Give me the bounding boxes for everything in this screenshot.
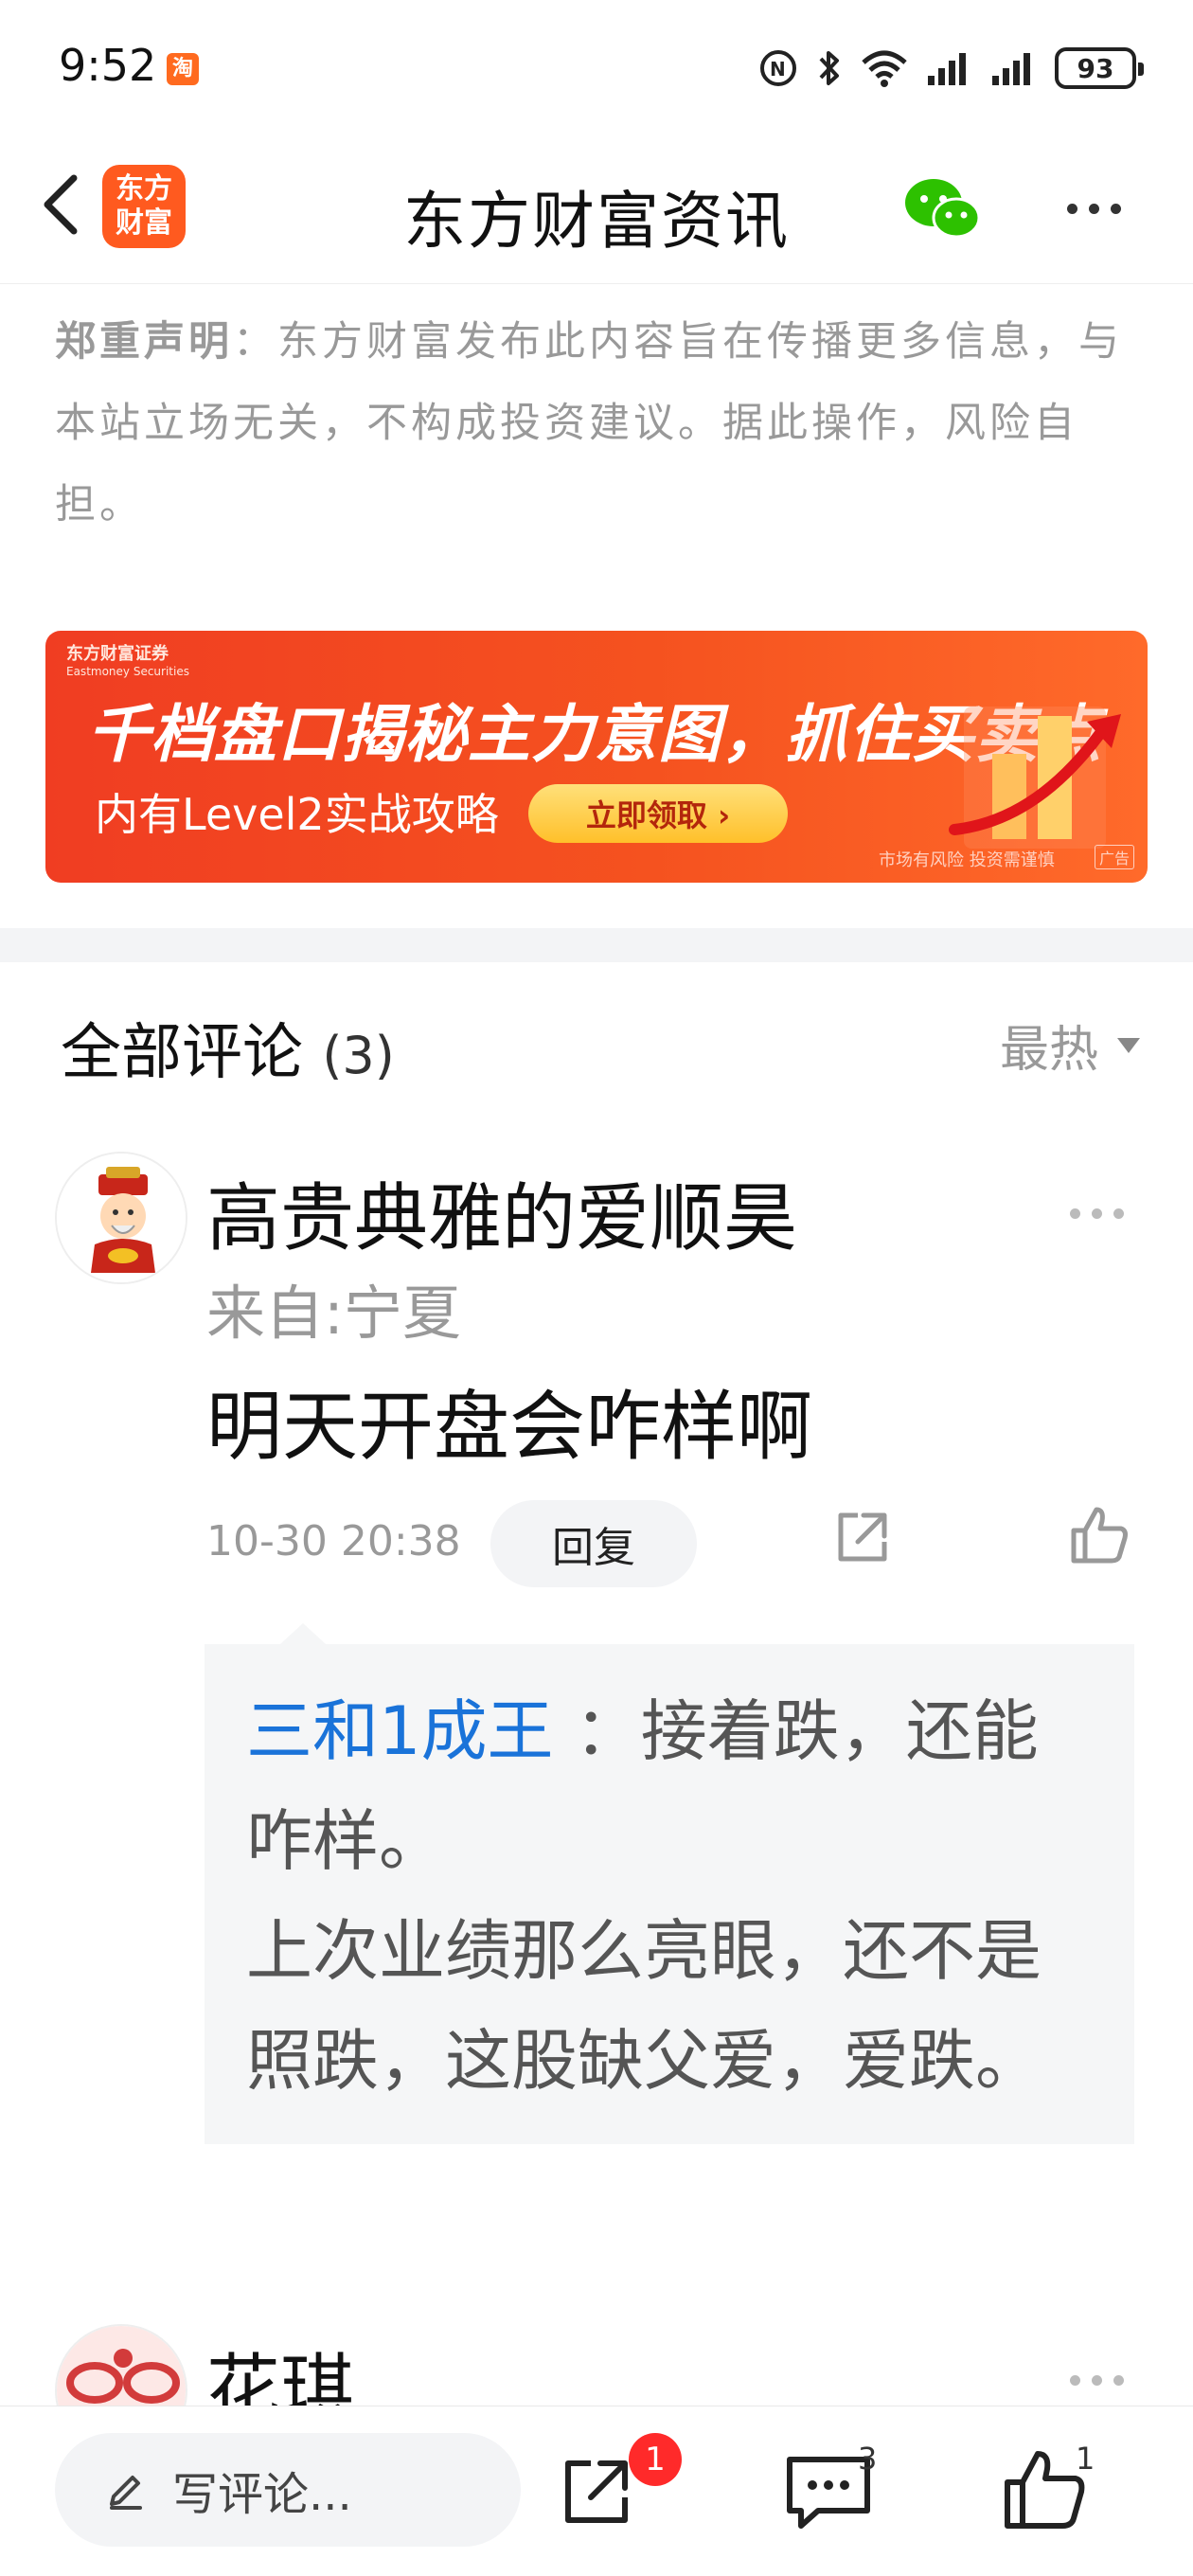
reply-preview[interactable]: 三和1成王 ：接着跌，还能咋样。 上次业绩那么亮眼，还不是照跌，这股缺父爱，爱跌… <box>205 1623 1134 2144</box>
wifi-icon <box>862 50 907 87</box>
reply-text-2: 上次业绩那么亮眼，还不是照跌，这股缺父爱，爱跌。 <box>246 1912 1042 2100</box>
avatar[interactable] <box>55 2324 187 2406</box>
more-dot <box>1092 1208 1102 1219</box>
ad-brand: 东方财富证券 Eastmoney Securities <box>66 640 189 678</box>
more-dot <box>1113 2375 1124 2386</box>
svg-text:N: N <box>770 58 786 80</box>
bottom-bar: 写评论... 1 3 1 <box>0 2406 1193 2576</box>
comment-text: 明天开盘会咋样啊 <box>206 1383 812 1471</box>
more-dot <box>1110 203 1121 214</box>
pencil-icon <box>110 2476 142 2510</box>
status-time: 9:52 <box>59 40 157 91</box>
signal-icon-2 <box>992 53 1030 85</box>
comment-username[interactable]: 高贵典雅的爱顺昊 <box>206 1159 797 1265</box>
disclaimer: 郑重声明：东方财富发布此内容旨在传播更多信息，与本站立场无关，不构成投资建议。据… <box>55 301 1144 546</box>
like-count: 1 <box>1076 2441 1095 2477</box>
caret-down-icon <box>1117 1037 1140 1053</box>
reply-username[interactable]: 三和1成王 <box>246 1692 554 1770</box>
write-comment-placeholder: 写评论... <box>172 2468 352 2521</box>
more-dot <box>1066 203 1077 214</box>
comment-more-button[interactable] <box>1070 2375 1124 2386</box>
share-badge: 1 <box>629 2433 682 2486</box>
comments-header: 全部评论 (3) 最热 <box>0 962 1193 1114</box>
ad-brand-en: Eastmoney Securities <box>66 665 189 678</box>
ad-banner[interactable]: 东方财富证券 Eastmoney Securities 千档盘口揭秘主力意图，抓… <box>45 631 1148 883</box>
app-header: 东方 财富 东方财富资讯 <box>0 133 1193 284</box>
battery-icon: 93 <box>1055 47 1144 89</box>
taobao-notification-icon: 淘 <box>167 53 199 85</box>
comments-title-label: 全部评论 <box>61 1018 303 1088</box>
disclaimer-label: 郑重声明 <box>55 318 233 366</box>
more-dot <box>1070 1208 1080 1219</box>
status-icons: N 93 <box>757 42 1144 95</box>
more-options-button[interactable] <box>1051 170 1136 246</box>
avatar-image <box>57 1154 186 1282</box>
avatar[interactable] <box>55 1152 187 1284</box>
comments-title: 全部评论 (3) <box>61 1004 395 1091</box>
more-dot <box>1070 2375 1080 2386</box>
ad-tag: 广告 <box>1095 845 1135 869</box>
reply-button[interactable]: 回复 <box>490 1500 697 1587</box>
comment-location: 来自:宁夏 <box>206 1279 461 1348</box>
comment-count: 3 <box>858 2441 878 2477</box>
signal-icon <box>928 53 966 85</box>
more-dot <box>1092 2375 1102 2386</box>
section-divider <box>0 928 1193 962</box>
comment-username[interactable]: 花琪 <box>206 2330 354 2406</box>
ad-brand-cn: 东方财富证券 <box>66 644 169 664</box>
write-comment-input[interactable]: 写评论... <box>55 2433 521 2547</box>
avatar-image <box>57 2326 186 2406</box>
bluetooth-icon <box>819 51 839 85</box>
wechat-icon <box>905 179 981 239</box>
comment-time: 10-30 20:38 <box>206 1517 461 1565</box>
sort-label: 最热 <box>999 1022 1098 1079</box>
sort-dropdown[interactable]: 最热 <box>1000 1010 1140 1081</box>
wechat-share-button[interactable] <box>899 170 985 246</box>
share-icon[interactable] <box>831 1506 894 1568</box>
comment-more-button[interactable] <box>1070 1208 1124 1219</box>
more-dot <box>1088 203 1099 214</box>
status-bar: 9:52 淘 N 93 <box>0 0 1193 133</box>
nfc-icon: N <box>760 50 796 86</box>
comments-count: (3) <box>322 1026 395 1085</box>
ad-subtitle: 内有Level2实战攻略 <box>95 789 499 840</box>
ad-cta-button[interactable]: 立即领取 › <box>528 784 788 843</box>
comment-item: 花琪 <box>0 2322 1193 2406</box>
ad-risk-warning: 市场有风险 投资需谨慎 <box>879 850 1055 870</box>
like-icon[interactable] <box>1066 1502 1132 1568</box>
more-dot <box>1113 1208 1124 1219</box>
battery-level: 93 <box>1077 52 1114 84</box>
page-title: 东方财富资讯 <box>403 185 790 258</box>
chart-arrow-graphic <box>949 707 1121 849</box>
